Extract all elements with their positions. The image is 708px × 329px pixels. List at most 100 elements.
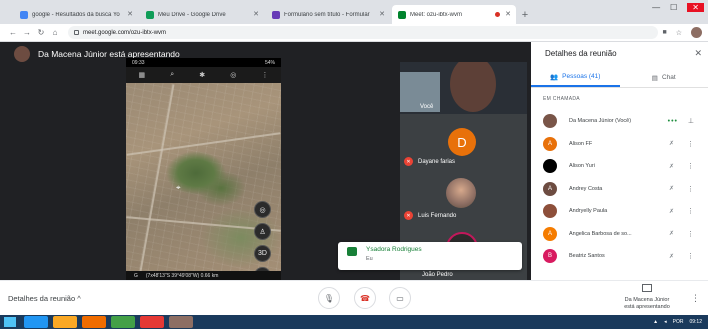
presenter-avatar xyxy=(14,46,30,62)
tab-chat[interactable]: ▤ Chat xyxy=(620,68,708,87)
map-coordinates-bar: G (7x48'13"S 39°49'08"W) 0.66 km xyxy=(126,271,281,280)
tab-google-drive[interactable]: Meu Drive - Google Drive ✕ xyxy=(140,5,264,24)
maximize-icon[interactable]: ☐ xyxy=(670,3,677,12)
volume-icon[interactable]: ◂ xyxy=(664,319,667,325)
close-window-icon[interactable]: ✕ xyxy=(687,3,704,12)
camera-permission-icon[interactable]: ■ xyxy=(662,29,666,36)
photos-icon[interactable] xyxy=(140,316,164,328)
close-icon[interactable]: ✕ xyxy=(379,10,385,18)
mic-off-icon: ✗ xyxy=(668,231,674,238)
network-icon[interactable]: ▲ xyxy=(653,319,658,325)
url-field[interactable]: meet.google.com/ozu-ibtx-wvm xyxy=(68,26,658,39)
chat-icon xyxy=(347,247,357,256)
participant-tile-luis[interactable]: ✕ Luis Fernando xyxy=(400,170,527,226)
close-icon[interactable]: ✕ xyxy=(253,10,259,18)
list-item[interactable]: A Alison FF ✗ ⋮ xyxy=(531,133,708,156)
file-explorer-icon[interactable] xyxy=(53,316,77,328)
more-options-icon[interactable]: ⋮ xyxy=(691,293,700,304)
layers-icon: ▦ xyxy=(138,72,146,79)
lock-icon xyxy=(74,30,79,35)
more-options-icon[interactable]: ⋮ xyxy=(687,140,694,148)
meeting-details-button[interactable]: Detalhes da reunião ^ xyxy=(8,294,81,303)
participant-name: Da Macena Júnior (Você) xyxy=(569,118,632,125)
notification-message: Eu xyxy=(366,256,373,262)
participant-initial-avatar: D xyxy=(448,128,476,156)
video-camera-icon: ▭ xyxy=(396,293,404,303)
ie-icon[interactable] xyxy=(24,316,48,328)
recording-dot-icon xyxy=(495,12,500,17)
list-item[interactable]: A Angelica Barbosa de so... ✗ ⋮ xyxy=(531,223,708,246)
bookmark-star-icon[interactable]: ☆ xyxy=(676,29,682,37)
map-road xyxy=(139,84,175,272)
media-player-icon[interactable] xyxy=(82,316,106,328)
settings-icon: ✱ xyxy=(199,72,206,79)
profile-avatar[interactable] xyxy=(691,27,702,38)
close-icon[interactable]: ✕ xyxy=(127,10,133,18)
list-item[interactable]: Alison Yuri ✗ ⋮ xyxy=(531,155,708,178)
tab-chat-label: Chat xyxy=(661,74,676,81)
list-item[interactable]: B Beatriz Santos ✗ ⋮ xyxy=(531,245,708,268)
tile-name: João Pedro xyxy=(422,272,453,278)
shared-screen: 09:33 54% ▦ ⌕ ✱ ◎ ⋮ ⌖ ◎ ♙ 3D ◢ G xyxy=(126,58,281,284)
participant-name: Alison FF xyxy=(569,140,593,147)
pin-icon[interactable]: ⊥ xyxy=(688,117,694,125)
list-item[interactable]: Da Macena Júnior (Você) ••• ⊥ xyxy=(531,110,708,133)
participant-tile-dayane[interactable]: D ✕ Dayane farias xyxy=(400,114,527,170)
microphone-icon: 🎙 xyxy=(323,293,335,303)
tab-people-label: Pessoas (41) xyxy=(562,73,601,80)
back-arrow-icon[interactable]: ← xyxy=(6,28,20,37)
panel-tabs: 👥 Pessoas (41) ▤ Chat xyxy=(531,68,708,88)
leave-call-button[interactable]: ☎ xyxy=(354,287,376,309)
minimize-icon[interactable]: — xyxy=(652,3,660,12)
tile-name: Luis Fernando xyxy=(418,212,457,219)
participant-avatar: B xyxy=(543,249,557,264)
screen: google - Resultados da busca Yo ✕ Meu Dr… xyxy=(0,0,708,329)
participant-avatar xyxy=(543,159,557,174)
phone-battery: 54% xyxy=(264,59,275,66)
presentation-status[interactable]: Da Macena Júnior está apresentando xyxy=(612,284,682,311)
camera-button[interactable]: ▭ xyxy=(389,287,411,309)
tab-google-forms[interactable]: Formulário sem título - Formulár ✕ xyxy=(266,5,390,24)
participant-avatar: A xyxy=(543,181,557,196)
self-video-tile[interactable]: Você xyxy=(400,62,527,114)
meet-favicon-icon xyxy=(398,10,406,19)
more-options-icon[interactable]: ⋮ xyxy=(687,207,694,215)
compass-icon: ◎ xyxy=(230,72,237,79)
more-options-icon[interactable]: ⋮ xyxy=(687,230,694,238)
home-icon[interactable]: ⌂ xyxy=(48,28,62,37)
person-icon: ♙ xyxy=(254,223,271,240)
more-options-icon[interactable]: ⋮ xyxy=(687,252,694,260)
more-options-icon[interactable]: ⋮ xyxy=(687,162,694,170)
participant-photo-avatar xyxy=(446,178,476,208)
map-road xyxy=(126,132,281,156)
participant-name: Alison Yuri xyxy=(569,163,595,170)
tile-name: Dayane farias xyxy=(418,158,456,165)
clock[interactable]: 09:12 xyxy=(689,319,702,325)
tab-people[interactable]: 👥 Pessoas (41) xyxy=(531,68,620,87)
participant-name: Andryelly Paula xyxy=(569,208,608,215)
chrome-window-icon[interactable] xyxy=(169,316,193,328)
tab-label: Formulário sem título - Formulár xyxy=(284,11,370,18)
list-item[interactable]: Andryelly Paula ✗ ⋮ xyxy=(531,200,708,223)
forward-arrow-icon[interactable]: → xyxy=(20,28,34,37)
new-tab-button[interactable]: + xyxy=(518,5,532,24)
3d-toggle-icon: 3D xyxy=(254,245,271,262)
mic-button[interactable]: 🎙 xyxy=(318,287,340,309)
map-app-toolbar: ▦ ⌕ ✱ ◎ ⋮ xyxy=(126,67,281,83)
list-item[interactable]: A Andrey Costa ✗ ⋮ xyxy=(531,178,708,201)
reload-icon[interactable]: ↻ xyxy=(34,28,48,37)
participant-avatar: A xyxy=(543,226,557,241)
language-indicator[interactable]: POR xyxy=(673,319,684,325)
close-icon[interactable]: ✕ xyxy=(505,10,511,18)
window-controls: — ☐ ✕ xyxy=(652,3,704,12)
avatar-initial: B xyxy=(547,253,552,260)
close-icon[interactable]: ✕ xyxy=(694,48,702,59)
tab-google-search[interactable]: google - Resultados da busca Yo ✕ xyxy=(14,5,138,24)
chat-notification[interactable]: Ysadora Rodrigues Eu xyxy=(338,242,522,270)
tab-google-meet[interactable]: Meet: ozu-ibtx-wvm ✕ xyxy=(392,5,516,24)
browser-tab-strip: google - Resultados da busca Yo ✕ Meu Dr… xyxy=(0,0,708,24)
more-options-icon[interactable]: ⋮ xyxy=(687,185,694,193)
panel-title: Detalhes da reunião xyxy=(545,49,617,58)
windows-start-icon[interactable] xyxy=(4,317,16,327)
chrome-icon[interactable] xyxy=(111,316,135,328)
